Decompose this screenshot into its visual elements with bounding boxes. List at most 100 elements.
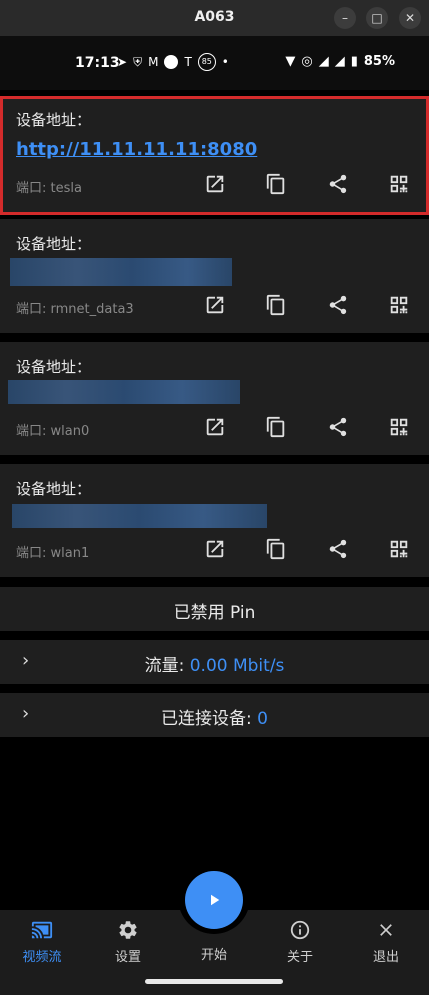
qr-code-button[interactable] [384, 412, 414, 442]
circle-icon [164, 55, 179, 69]
share-icon [329, 174, 346, 194]
qr-code-icon [390, 175, 408, 193]
connected-value: 0 [257, 709, 268, 729]
nav-stream-label: 视频流 [22, 950, 62, 965]
telegram-icon: ➤ [117, 55, 128, 69]
shield-icon: ⛨ [133, 54, 143, 69]
nav-settings-label: 设置 [114, 950, 141, 965]
connected-devices-row[interactable]: › 已连接设备: 0 [0, 693, 429, 737]
redacted-address [10, 258, 232, 286]
nav-exit-label: 退出 [372, 950, 399, 965]
dot-icon: • [221, 55, 229, 69]
traffic-value: 0.00 Mbit/s [189, 656, 285, 676]
battery-percent: 85% [363, 54, 395, 69]
nav-start[interactable]: 开始 [179, 944, 249, 963]
address-card-tesla[interactable]: 设备地址： http://11.11.11.11:8080 端口: tesla [0, 96, 429, 215]
wifi-icon: ▼ [285, 54, 296, 69]
status-bar: 17:13 ➤ ⛨ M T 85 • ▼ ◎ ◢ ◢ ▮ 85% [0, 36, 429, 90]
nav-stream[interactable]: 视频流 [7, 918, 77, 965]
qr-code-icon [390, 418, 408, 436]
copy-button[interactable] [261, 169, 291, 199]
share-button[interactable] [323, 412, 353, 442]
info-icon [290, 920, 310, 940]
share-button[interactable] [323, 169, 353, 199]
tesla-icon: T [184, 55, 192, 69]
nav-settings[interactable]: 设置 [93, 918, 163, 965]
pin-status-label: 已禁用 Pin [173, 603, 256, 623]
copy-icon [267, 173, 285, 195]
address-label: 设备地址： [16, 358, 92, 376]
share-icon [329, 539, 346, 559]
copy-icon [267, 538, 285, 560]
window-title: A063 [194, 9, 235, 25]
open-external-icon [206, 540, 224, 558]
open-external-button[interactable] [200, 534, 230, 564]
share-button[interactable] [323, 290, 353, 320]
address-label: 设备地址： [16, 480, 92, 498]
speed-badge-icon: 85 [197, 53, 216, 71]
status-time: 17:13 [75, 55, 120, 71]
traffic-text: 流量: 0.00 Mbit/s [0, 651, 429, 676]
redacted-address [8, 380, 240, 404]
status-system-icons: ▼ ◎ ◢ ◢ ▮ 85% [285, 54, 395, 69]
open-external-button[interactable] [200, 412, 230, 442]
nav-about[interactable]: 关于 [265, 918, 335, 965]
share-button[interactable] [323, 534, 353, 564]
signal2-icon: ◢ [334, 54, 345, 69]
pin-status-bar[interactable]: 已禁用 Pin [0, 587, 429, 631]
share-icon [329, 417, 346, 437]
copy-icon [267, 294, 285, 316]
port-label: 端口: rmnet_data3 [16, 302, 134, 317]
home-indicator[interactable] [145, 979, 283, 984]
gear-icon [119, 921, 137, 939]
window-titlebar: A063 – □ ✕ [0, 0, 429, 36]
copy-icon [267, 416, 285, 438]
copy-button[interactable] [261, 290, 291, 320]
start-fab-button[interactable] [185, 871, 243, 929]
battery-icon: ▮ [350, 54, 358, 69]
share-icon [329, 295, 346, 315]
address-card-rmnet[interactable]: 设备地址： 端口: rmnet_data3 [0, 219, 429, 333]
open-external-icon [206, 418, 224, 436]
open-external-button[interactable] [200, 169, 230, 199]
open-external-icon [206, 175, 224, 193]
address-link[interactable]: http://11.11.11.11:8080 [16, 139, 257, 160]
open-external-button[interactable] [200, 290, 230, 320]
card-actions [200, 169, 414, 199]
card-actions [200, 290, 414, 320]
port-label: 端口: wlan1 [16, 546, 90, 561]
nav-about-label: 关于 [286, 950, 313, 965]
redacted-address [12, 504, 267, 528]
copy-button[interactable] [261, 412, 291, 442]
maximize-button[interactable]: □ [366, 7, 388, 29]
qr-code-icon [390, 540, 408, 558]
hotspot-icon: ◎ [301, 54, 313, 69]
port-label: 端口: wlan0 [16, 424, 90, 439]
qr-code-icon [390, 296, 408, 314]
status-notification-icons: ➤ ⛨ M T 85 • [117, 53, 229, 71]
cast-icon [31, 921, 53, 939]
connected-text: 已连接设备: 0 [0, 704, 429, 729]
qr-code-button[interactable] [384, 290, 414, 320]
port-label: 端口: tesla [16, 181, 82, 196]
address-label: 设备地址： [16, 111, 92, 129]
traffic-row[interactable]: › 流量: 0.00 Mbit/s [0, 640, 429, 684]
copy-button[interactable] [261, 534, 291, 564]
address-label: 设备地址： [16, 235, 92, 253]
close-window-button[interactable]: ✕ [399, 7, 421, 29]
gmail-icon: M [148, 55, 159, 69]
card-actions [200, 534, 414, 564]
card-actions [200, 412, 414, 442]
signal-icon: ◢ [318, 54, 329, 69]
address-card-wlan0[interactable]: 设备地址： 端口: wlan0 [0, 342, 429, 455]
address-card-wlan1[interactable]: 设备地址： 端口: wlan1 [0, 464, 429, 577]
close-icon [380, 924, 392, 936]
play-icon [211, 894, 220, 906]
minimize-button[interactable]: – [334, 7, 356, 29]
connected-label: 已连接设备: [161, 709, 258, 729]
open-external-icon [206, 296, 224, 314]
nav-exit[interactable]: 退出 [351, 918, 421, 965]
qr-code-button[interactable] [384, 534, 414, 564]
nav-start-label: 开始 [200, 948, 227, 963]
qr-code-button[interactable] [384, 169, 414, 199]
